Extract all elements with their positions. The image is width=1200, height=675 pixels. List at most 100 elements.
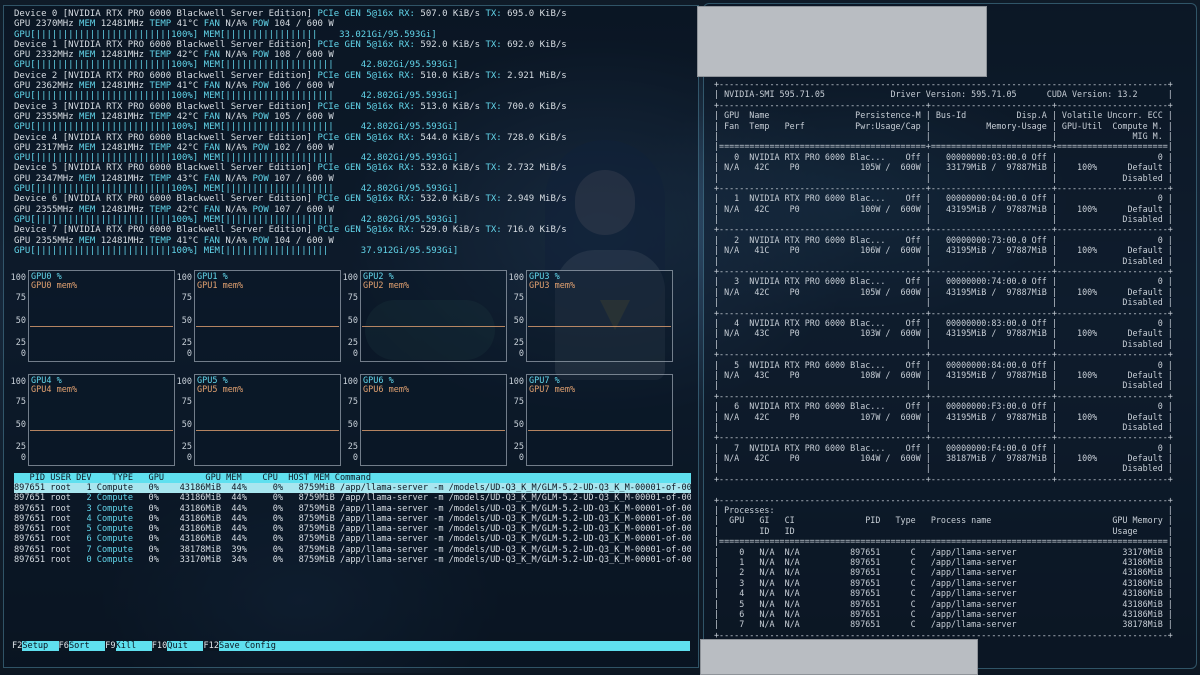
device-gpu-bar: GPU[|||||||||||||||||||||||||100%] xyxy=(14,60,204,71)
device-mem-label: MEM xyxy=(79,111,101,122)
fkey-label-sort[interactable]: Sort xyxy=(69,641,105,651)
device-gpu-label: GPU xyxy=(14,19,36,30)
fkey-f12[interactable]: F12 xyxy=(203,641,220,651)
smi-line: | Fan Temp Perf Pwr:Usage/Cap | Memory-U… xyxy=(714,120,1173,131)
gpu-graph-mem-label: GPU2 mem% xyxy=(363,281,410,291)
fkey-label-kill[interactable]: Kill xyxy=(116,641,152,651)
fkey-f6[interactable]: F6 xyxy=(58,641,69,651)
smi-line: | 5 NVIDIA RTX PRO 6000 Blac... Off | 00… xyxy=(714,359,1173,370)
y-tick-label: 75 xyxy=(513,397,524,407)
device-temp: 43°C xyxy=(176,173,204,184)
fkey-f2[interactable]: F2 xyxy=(12,641,23,651)
device-temp-label: TEMP xyxy=(149,19,177,30)
process-table[interactable]: PID USER DEV TYPE GPU GPU MEM CPU HOST M… xyxy=(14,473,691,565)
device-pow-label: POW xyxy=(252,19,275,30)
device-gpu-clock: 2347MHz xyxy=(35,173,80,184)
y-tick-label: 50 xyxy=(15,316,26,326)
process-row[interactable]: 897651 root 3 Compute 0% 43186MiB 44% 0%… xyxy=(14,504,691,514)
device-temp-label: TEMP xyxy=(149,142,177,153)
process-cpu: 0% xyxy=(267,555,294,566)
device-fan-label: FAN xyxy=(203,111,226,122)
device-gpu-clock: 2370MHz xyxy=(35,19,80,30)
fkey-f9[interactable]: F9 xyxy=(105,641,116,651)
device-temp: 42°C xyxy=(176,142,204,153)
device-fan-label: FAN xyxy=(203,173,226,184)
device-mem-clock: 12481MHz xyxy=(100,111,150,122)
gpu-graph-y-axis: 100 75 50 25 0 xyxy=(11,270,26,360)
device-title: Device 4 [NVIDIA RTX PRO 6000 Blackwell … xyxy=(14,133,694,143)
gpu-graph-panel: GPU2 % GPU2 mem% xyxy=(360,270,507,362)
smi-line: | ID ID Usage | xyxy=(714,525,1173,536)
smi-line: | | | Disabled | xyxy=(714,338,1173,349)
device-tx: 2.921 MiB/s xyxy=(507,70,567,81)
process-cpu: 0% xyxy=(267,534,294,545)
device-name: Device 4 [NVIDIA RTX PRO 6000 Blackwell … xyxy=(14,132,318,143)
device-rx: 513.0 KiB/s xyxy=(420,101,486,112)
device-usage-bars: GPU[|||||||||||||||||||||||||100%] MEM[|… xyxy=(14,91,694,101)
device-gpu-bar: GPU[|||||||||||||||||||||||||100%] xyxy=(14,122,204,133)
process-pid: 897651 xyxy=(14,483,51,493)
process-row[interactable]: 897651 root 5 Compute 0% 43186MiB 44% 0%… xyxy=(14,524,691,534)
gpu-graph-y-axis: 100 75 50 25 0 xyxy=(343,270,358,360)
process-type: Compute xyxy=(96,555,149,566)
process-row[interactable]: 897651 root 0 Compute 0% 33170MiB 34% 0%… xyxy=(14,555,691,565)
device-fan-label: FAN xyxy=(203,142,226,153)
device-title: Device 3 [NVIDIA RTX PRO 6000 Blackwell … xyxy=(14,102,694,112)
process-dev: 3 xyxy=(76,503,97,514)
device-tx-label: TX: xyxy=(485,163,508,174)
device-name: Device 0 [NVIDIA RTX PRO 6000 Blackwell … xyxy=(14,9,318,19)
device-gpu-clock: 2355MHz xyxy=(35,111,80,122)
process-row[interactable]: 897651 root 2 Compute 0% 43186MiB 44% 0%… xyxy=(14,493,691,503)
gpu-graph-y-axis: 100 75 50 25 0 xyxy=(343,374,358,464)
smi-line: | N/A 43C P0 103W / 600W | 43195MiB / 97… xyxy=(714,328,1173,339)
device-pcie: PCIe GEN 5@16x xyxy=(317,39,399,50)
device-temp: 41°C xyxy=(176,19,204,30)
process-gpu: 0% xyxy=(148,493,170,504)
process-user: root xyxy=(50,544,77,555)
process-command: /app/llama-server -m /models/UD-Q3_K_M/G… xyxy=(340,513,691,524)
gpu-graph-mem-line xyxy=(30,430,173,431)
nvidia-smi-output: +---------------------------------------… xyxy=(714,79,1194,640)
fkey-f10[interactable]: F10 xyxy=(151,641,168,651)
process-row[interactable]: 897651 root 1 Compute 0% 43186MiB 44% 0%… xyxy=(14,483,691,494)
device-mem-clock: 12481MHz xyxy=(100,173,150,184)
device-tx-label: TX: xyxy=(485,70,508,81)
smi-line: | | | Disabled | xyxy=(714,297,1173,308)
device-usage-bars: GPU[|||||||||||||||||||||||||100%] MEM[|… xyxy=(14,215,694,225)
gpu-graph-y-axis: 100 75 50 25 0 xyxy=(509,374,524,464)
process-row[interactable]: 897651 root 4 Compute 0% 43186MiB 44% 0%… xyxy=(14,514,691,524)
process-row[interactable]: 897651 root 7 Compute 0% 38178MiB 39% 0%… xyxy=(14,545,691,555)
fkey-label-quit[interactable]: Quit xyxy=(167,641,203,651)
fkey-label-setup[interactable]: Setup xyxy=(22,641,58,651)
device-gpu-bar: GPU[|||||||||||||||||||||||||100%] xyxy=(14,184,204,195)
process-gpu: 0% xyxy=(148,534,170,545)
device-mem-clock: 12481MHz xyxy=(100,81,150,92)
y-tick-label: 0 xyxy=(186,349,192,359)
gpu-graph-mem-line xyxy=(30,326,173,327)
device-name: Device 3 [NVIDIA RTX PRO 6000 Blackwell … xyxy=(14,101,318,112)
gpu-graph-panel: GPU0 % GPU0 mem% xyxy=(28,270,175,362)
y-tick-label: 75 xyxy=(15,293,26,303)
smi-line xyxy=(714,484,1194,494)
process-command: /app/llama-server -m /models/UD-Q3_K_M/G… xyxy=(340,493,691,504)
device-rx: 507.0 KiB/s xyxy=(420,9,486,19)
process-table-header[interactable]: PID USER DEV TYPE GPU GPU MEM CPU HOST M… xyxy=(14,473,691,483)
device-usage-bars: GPU[|||||||||||||||||||||||||100%] MEM[|… xyxy=(14,153,694,163)
process-pid: 897651 xyxy=(14,524,51,535)
device-temp: 42°C xyxy=(176,111,204,122)
device-pow-label: POW xyxy=(252,204,275,215)
smi-line: +---------------------------------------… xyxy=(714,99,1173,110)
y-tick-label: 50 xyxy=(181,316,192,326)
y-tick-label: 75 xyxy=(181,397,192,407)
device-fan-label: FAN xyxy=(203,235,226,246)
device-tx: 2.732 MiB/s xyxy=(507,163,567,174)
device-fan: N/A% xyxy=(225,142,253,153)
fkey-label-save-config[interactable]: Save Config xyxy=(219,641,276,651)
process-command: /app/llama-server -m /models/UD-Q3_K_M/G… xyxy=(340,524,691,535)
process-type: Compute xyxy=(96,524,149,535)
smi-line: +---------------------------------------… xyxy=(714,79,1173,89)
process-row[interactable]: 897651 root 6 Compute 0% 43186MiB 44% 0%… xyxy=(14,534,691,544)
device-name: Device 1 [NVIDIA RTX PRO 6000 Blackwell … xyxy=(14,39,318,50)
process-host-mem: 8759MiB xyxy=(293,555,341,566)
process-pid: 897651 xyxy=(14,493,51,504)
